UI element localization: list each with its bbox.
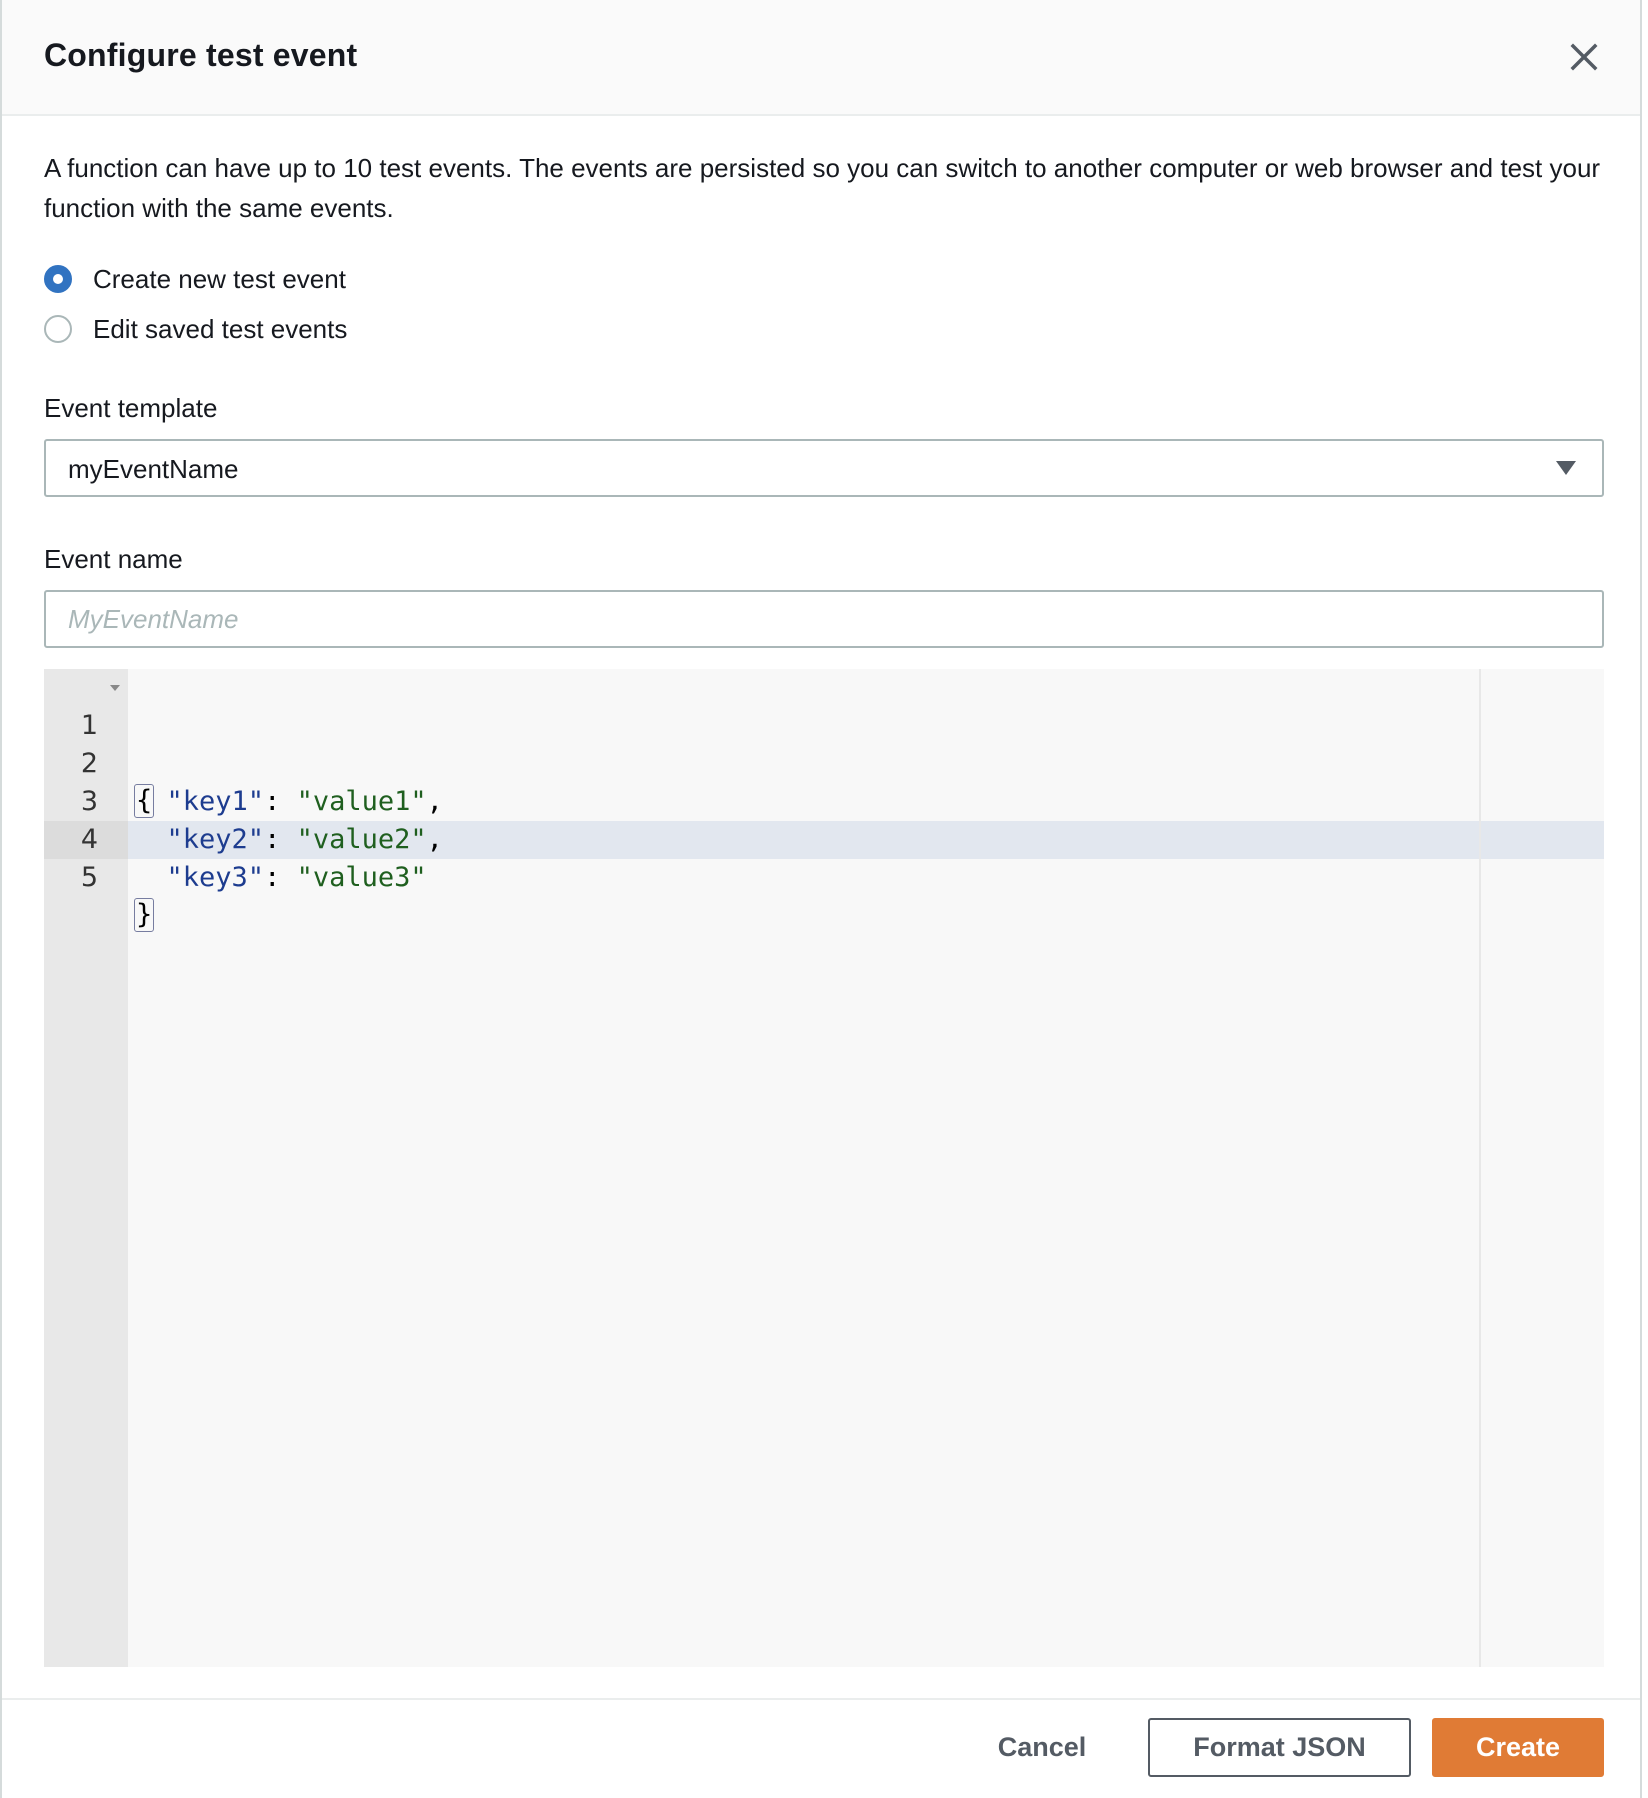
caret-down-icon <box>1556 461 1576 475</box>
dialog-title: Configure test event <box>44 37 358 73</box>
create-button[interactable]: Create <box>1432 1718 1604 1777</box>
event-name-input[interactable] <box>44 590 1604 648</box>
code-line: 3 "key2": "value2", <box>44 745 1604 855</box>
event-template-select[interactable]: myEventName <box>44 439 1604 497</box>
cancel-button[interactable]: Cancel <box>982 1718 1102 1777</box>
json-colon: : <box>264 862 297 893</box>
close-icon <box>1570 43 1598 71</box>
code-line: 4 "key3": "value3" <box>44 783 1604 893</box>
radio-label: Edit saved test events <box>93 313 348 344</box>
event-name-label: Event name <box>44 544 183 574</box>
radio-edit-saved-test-events[interactable]: Edit saved test events <box>44 311 347 347</box>
dialog-description: A function can have up to 10 test events… <box>44 153 1601 223</box>
code-line: 2 "key1": "value1", <box>44 707 1604 817</box>
footer-divider <box>2 1698 1640 1700</box>
radio-selected-icon[interactable] <box>44 265 72 293</box>
line-number: 5 <box>80 862 98 893</box>
code-line: 5 } <box>44 821 1604 932</box>
event-template-value: myEventName <box>68 454 239 484</box>
format-json-button[interactable]: Format JSON <box>1148 1718 1411 1777</box>
close-button[interactable] <box>1564 37 1604 77</box>
json-code-editor[interactable]: 1 { 2 "key1": "value1", 3 "key2": "value… <box>44 669 1604 1667</box>
json-value: "value3" <box>296 862 427 893</box>
configure-test-event-dialog: Configure test event A function can have… <box>0 0 1642 1798</box>
bracket-close: } <box>134 898 155 932</box>
radio-create-new-test-event[interactable]: Create new test event <box>44 261 346 297</box>
code-line: 1 { <box>44 669 1604 818</box>
radio-label: Create new test event <box>93 263 346 294</box>
dialog-header: Configure test event <box>2 0 1640 116</box>
json-key: "key3" <box>166 862 265 893</box>
event-template-label: Event template <box>44 393 218 423</box>
radio-unselected-icon[interactable] <box>44 315 72 343</box>
fold-arrow-icon[interactable] <box>110 685 120 691</box>
